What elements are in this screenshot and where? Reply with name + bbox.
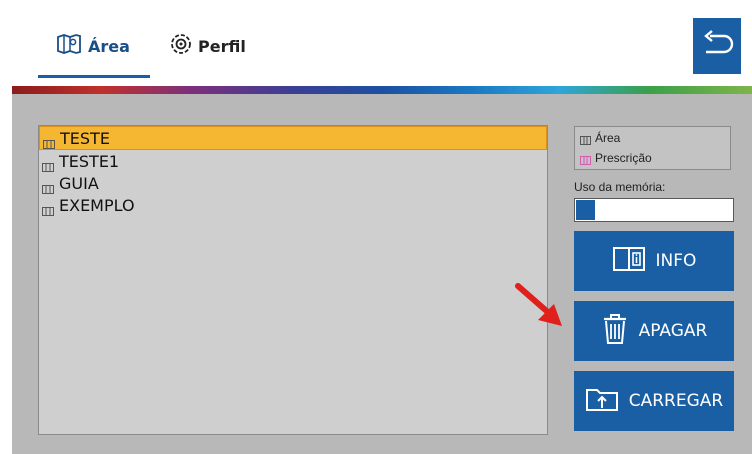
apagar-button-label: APAGAR bbox=[638, 321, 708, 341]
legend-prescription-label: Prescrição bbox=[595, 151, 652, 165]
memory-usage-fill bbox=[576, 200, 595, 220]
map-area-legend-icon bbox=[580, 134, 591, 145]
top-bar: Área Perfil bbox=[0, 0, 752, 86]
color-stripe bbox=[12, 86, 752, 94]
apagar-button[interactable]: APAGAR bbox=[574, 301, 734, 361]
tab-perfil[interactable]: Perfil bbox=[170, 26, 246, 66]
info-button-label: INFO bbox=[655, 251, 697, 271]
legend-area: Área bbox=[575, 129, 730, 147]
active-tab-indicator bbox=[38, 75, 150, 78]
map-prescription-legend-icon bbox=[580, 154, 591, 165]
legend-area-label: Área bbox=[595, 131, 621, 145]
map-item-icon bbox=[42, 179, 54, 194]
profile-icon bbox=[170, 33, 192, 59]
legend-prescription: Prescrição bbox=[575, 149, 730, 167]
trash-icon bbox=[601, 313, 629, 350]
list-item[interactable]: GUIA bbox=[39, 172, 547, 194]
info-button[interactable]: INFO bbox=[574, 231, 734, 291]
return-arrow-icon bbox=[700, 29, 734, 63]
map-item-icon bbox=[42, 201, 54, 216]
map-item-icon bbox=[42, 157, 54, 172]
map-item-icon bbox=[43, 134, 55, 149]
list-item[interactable]: TESTE bbox=[39, 126, 547, 150]
tab-area-label: Área bbox=[88, 36, 130, 56]
area-file-list[interactable]: TESTE TESTE1 GUIA EXEMPLO bbox=[38, 125, 548, 435]
legend-box: Área Prescrição bbox=[574, 126, 731, 170]
tab-perfil-label: Perfil bbox=[198, 36, 246, 56]
carregar-button[interactable]: CARREGAR bbox=[574, 371, 734, 431]
list-item-label: TESTE1 bbox=[59, 151, 120, 171]
main-panel: TESTE TESTE1 GUIA EXEMPLO Área Prescriçã… bbox=[12, 94, 752, 454]
folder-upload-icon bbox=[585, 386, 619, 417]
list-item[interactable]: TESTE1 bbox=[39, 150, 547, 172]
back-button[interactable] bbox=[693, 18, 741, 74]
map-area-icon bbox=[56, 34, 82, 58]
tab-area[interactable]: Área bbox=[56, 26, 130, 66]
list-item-label: TESTE bbox=[60, 128, 110, 148]
memory-usage-label: Uso da memória: bbox=[574, 180, 666, 194]
memory-usage-bar bbox=[574, 198, 734, 222]
list-item[interactable]: EXEMPLO bbox=[39, 194, 547, 216]
list-item-label: EXEMPLO bbox=[59, 195, 135, 215]
list-item-label: GUIA bbox=[59, 173, 99, 193]
carregar-button-label: CARREGAR bbox=[628, 391, 724, 411]
book-info-icon bbox=[612, 245, 646, 278]
pointer-arrow-icon bbox=[510, 280, 570, 335]
